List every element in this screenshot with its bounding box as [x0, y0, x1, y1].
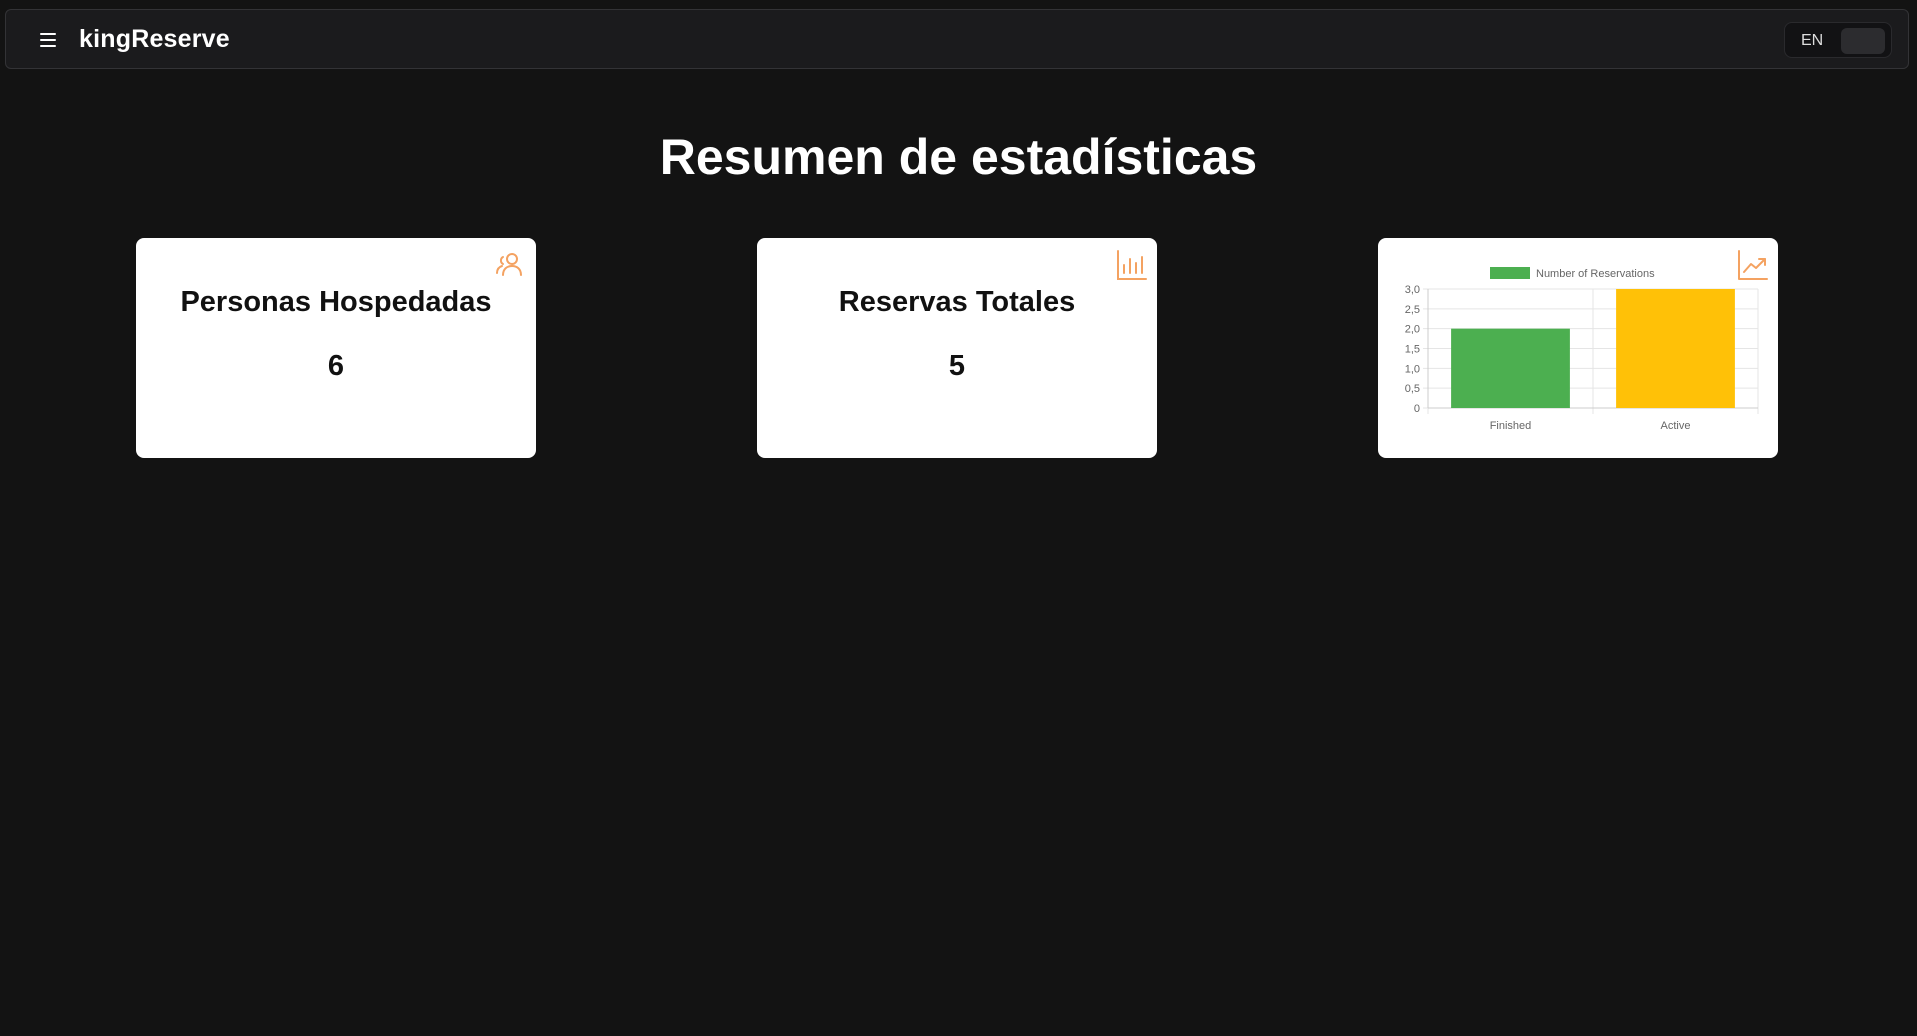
bar-finished	[1451, 328, 1570, 408]
guests-card: Personas Hospedadas 6	[136, 238, 536, 458]
bar-active	[1616, 289, 1735, 408]
y-tick-label: 1,0	[1405, 363, 1420, 375]
legend-swatch	[1490, 267, 1530, 279]
page-title: Resumen de estadísticas	[659, 129, 1258, 185]
y-tick-label: 3,0	[1405, 284, 1420, 296]
card-value: 6	[327, 350, 345, 382]
language-label: EN	[1801, 32, 1824, 49]
x-tick-label: Finished	[1490, 420, 1532, 432]
card-value: 5	[948, 350, 966, 382]
reservations-card: Reservas Totales 5	[757, 238, 1157, 458]
users-icon	[496, 253, 522, 276]
y-tick-label: 0	[1414, 403, 1420, 415]
language-toggle[interactable]	[1841, 28, 1885, 54]
card-title: Reservas Totales	[838, 286, 1076, 318]
hamburger-menu-icon[interactable]	[32, 28, 64, 52]
x-tick-label: Active	[1661, 420, 1691, 432]
card-title: Personas Hospedadas	[180, 286, 492, 318]
app-brand[interactable]: kingReserve	[79, 25, 230, 54]
top-navbar: kingReserve EN	[5, 9, 1909, 69]
y-tick-label: 2,5	[1405, 304, 1420, 316]
bar-chart-icon	[1117, 250, 1147, 280]
reservations-bar-chart: 0 0,5 1,0 1,5 2,0 2,5 3,0 Finished Active Number …	[1405, 267, 1759, 432]
language-switcher[interactable]: EN	[1784, 22, 1892, 58]
legend-label: Number of Reservations	[1536, 268, 1655, 280]
reservations-status-chart-card: 0 0,5 1,0 1,5 2,0 2,5 3,0 Finished Active Number …	[1378, 238, 1778, 458]
y-tick-label: 2,0	[1405, 324, 1420, 336]
y-tick-label: 1,5	[1405, 344, 1420, 356]
y-tick-label: 0,5	[1405, 383, 1420, 395]
